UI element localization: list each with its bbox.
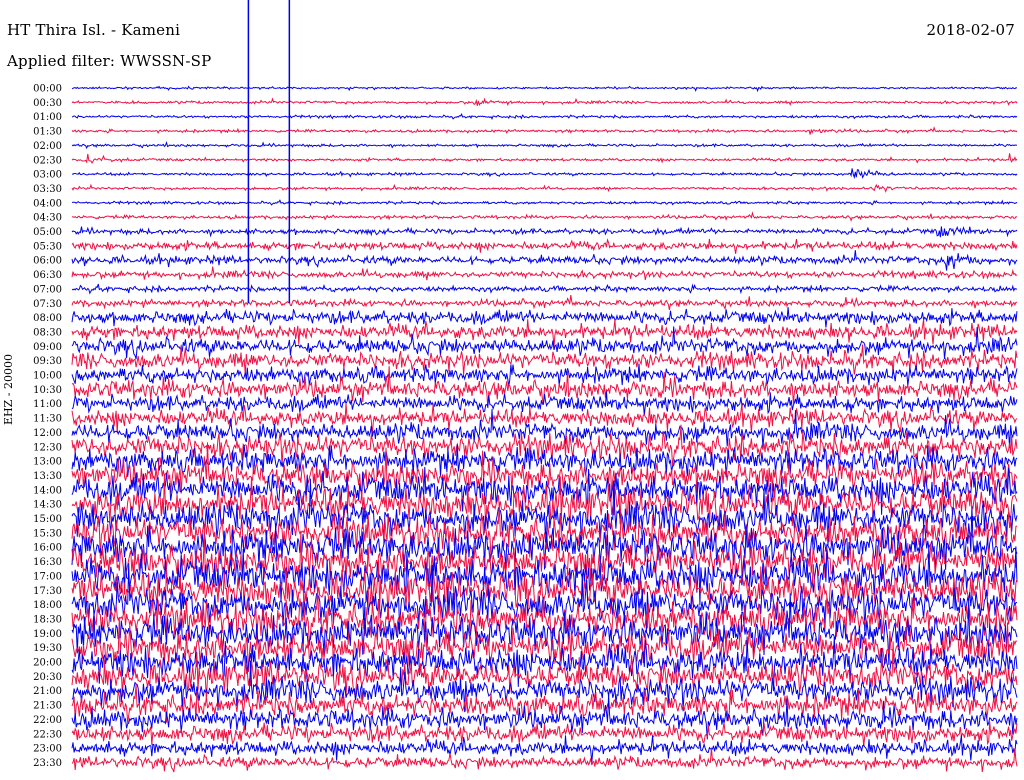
row-time-label: 13:30: [33, 471, 62, 482]
row-time-label: 00:00: [33, 84, 62, 95]
row-time-label: 10:00: [33, 371, 62, 382]
trace-line: [71, 294, 1018, 311]
row-time-label: 05:30: [33, 241, 62, 252]
row-time-label: 22:00: [33, 715, 62, 726]
row-time-label: 19:30: [33, 643, 62, 654]
row-time-label: 22:30: [33, 729, 62, 740]
trace-line: [71, 307, 1018, 328]
row-time-label: 02:00: [33, 141, 62, 152]
trace-line: [71, 141, 1018, 150]
row-time-label: 12:30: [33, 442, 62, 453]
row-time-label: 04:30: [33, 213, 62, 224]
row-time-label: 07:30: [33, 299, 62, 310]
row-time-labels: 00:00 00:30 01:00 01:30 02:00 02:30 03:00 03:30…: [33, 84, 62, 769]
row-time-label: 21:00: [33, 686, 62, 697]
seismogram-helicorder: 00:00 00:30 01:00 01:30 02:00 02:30 03:00 03:30…: [33, 0, 1018, 773]
trace-line: [71, 319, 1018, 347]
trace-line: [71, 97, 1018, 107]
row-time-label: 03:30: [33, 184, 62, 195]
row-time-label: 23:30: [33, 758, 62, 769]
trace-line: [71, 363, 1018, 387]
trace-line: [71, 126, 1018, 135]
trace-line: [71, 85, 1018, 93]
trace-line: [71, 113, 1018, 121]
row-time-label: 14:30: [33, 500, 62, 511]
row-time-label: 13:00: [33, 457, 62, 468]
row-time-label: 23:00: [33, 744, 62, 755]
row-time-label: 15:30: [33, 528, 62, 539]
row-time-label: 02:30: [33, 155, 62, 166]
row-time-label: 20:30: [33, 672, 62, 683]
row-time-label: 09:00: [33, 342, 62, 353]
trace-line: [71, 266, 1018, 281]
row-time-label: 18:00: [33, 600, 62, 611]
trace-line: [71, 694, 1018, 740]
trace-line: [71, 211, 1018, 223]
row-time-label: 17:00: [33, 571, 62, 582]
row-time-label: 05:00: [33, 227, 62, 238]
trace-line: [71, 250, 1018, 271]
row-time-label: 11:30: [33, 414, 62, 425]
trace-line: [71, 153, 1018, 164]
row-time-label: 04:00: [33, 198, 62, 209]
row-time-label: 10:30: [33, 385, 62, 396]
row-time-label: 11:00: [33, 399, 62, 410]
trace-line: [71, 199, 1018, 207]
trace-line: [71, 225, 1018, 238]
row-time-label: 16:00: [33, 543, 62, 554]
trace-line: [71, 326, 1018, 360]
trace-line: [71, 237, 1018, 254]
trace-line: [72, 168, 1018, 180]
row-time-label: 01:30: [33, 127, 62, 138]
row-time-label: 08:00: [33, 313, 62, 324]
row-time-label: 03:00: [33, 170, 62, 181]
row-time-label: 12:00: [33, 428, 62, 439]
row-time-label: 18:30: [33, 614, 62, 625]
row-time-label: 20:00: [33, 658, 62, 669]
row-time-label: 15:00: [33, 514, 62, 525]
row-time-label: 09:30: [33, 356, 62, 367]
row-time-label: 07:00: [33, 284, 62, 295]
row-time-label: 01:00: [33, 112, 62, 123]
row-time-label: 14:00: [33, 485, 62, 496]
row-time-label: 16:30: [33, 557, 62, 568]
row-time-label: 08:30: [33, 327, 62, 338]
row-time-label: 06:00: [33, 256, 62, 267]
row-time-label: 21:30: [33, 701, 62, 712]
trace-line: [71, 183, 1018, 193]
trace-line: [71, 283, 1018, 295]
row-time-label: 17:30: [33, 586, 62, 597]
row-time-label: 06:30: [33, 270, 62, 281]
row-time-label: 19:00: [33, 629, 62, 640]
seismogram-traces: [71, 0, 1018, 773]
row-time-label: 00:30: [33, 98, 62, 109]
